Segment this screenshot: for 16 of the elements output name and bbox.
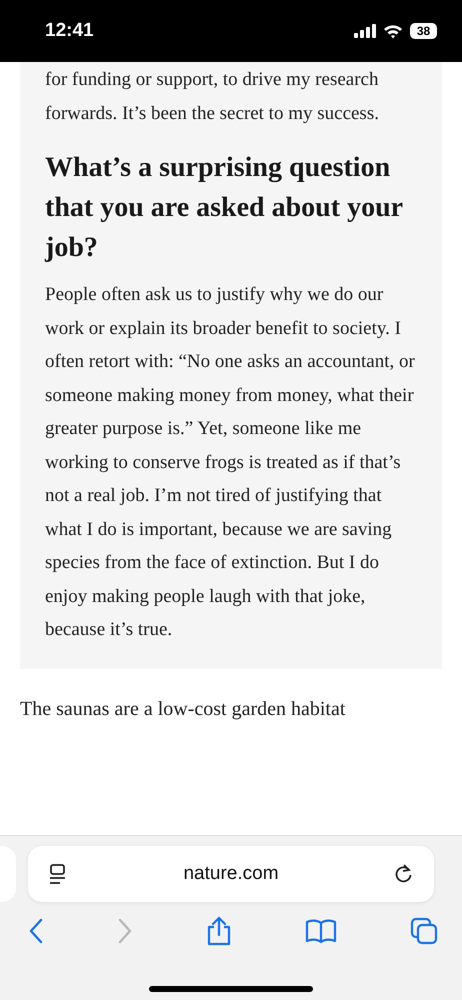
- box-paragraph: People often ask us to justify why we do our work or explain its broader benefit to society. I often retort with: “No one asks an accountant, or someone making money from money, what their greater purpose is.” Yet, someone like me working to conserve frogs is treated as if that’s not a real job. I’m not tired of justifying that what I do is important, because we are saving species from the face of extinction. But I do enjoy making people laugh with that joke, because it’s true.: [45, 283, 416, 642]
- page-menu-icon[interactable]: [48, 863, 68, 885]
- back-icon[interactable]: [28, 918, 44, 944]
- signal-icon: [354, 24, 376, 38]
- section-heading: What’s a surprising question that you are asked about your job?: [45, 151, 404, 265]
- tabs-icon[interactable]: [410, 917, 438, 945]
- book-icon[interactable]: [305, 918, 337, 944]
- status-time: 12:41: [45, 20, 94, 42]
- reload-icon[interactable]: [394, 863, 414, 885]
- address-text[interactable]: nature.com: [183, 863, 279, 885]
- article-paragraph: The saunas are a low-cost garden habitat: [20, 696, 346, 722]
- battery-indicator: 38: [410, 23, 437, 39]
- address-bar[interactable]: nature.com: [28, 846, 434, 902]
- wifi-icon: [383, 24, 403, 38]
- box-paragraph: for funding or support, to drive my research forwards. It’s been the secret to my success.: [45, 68, 380, 126]
- share-icon[interactable]: [206, 916, 232, 946]
